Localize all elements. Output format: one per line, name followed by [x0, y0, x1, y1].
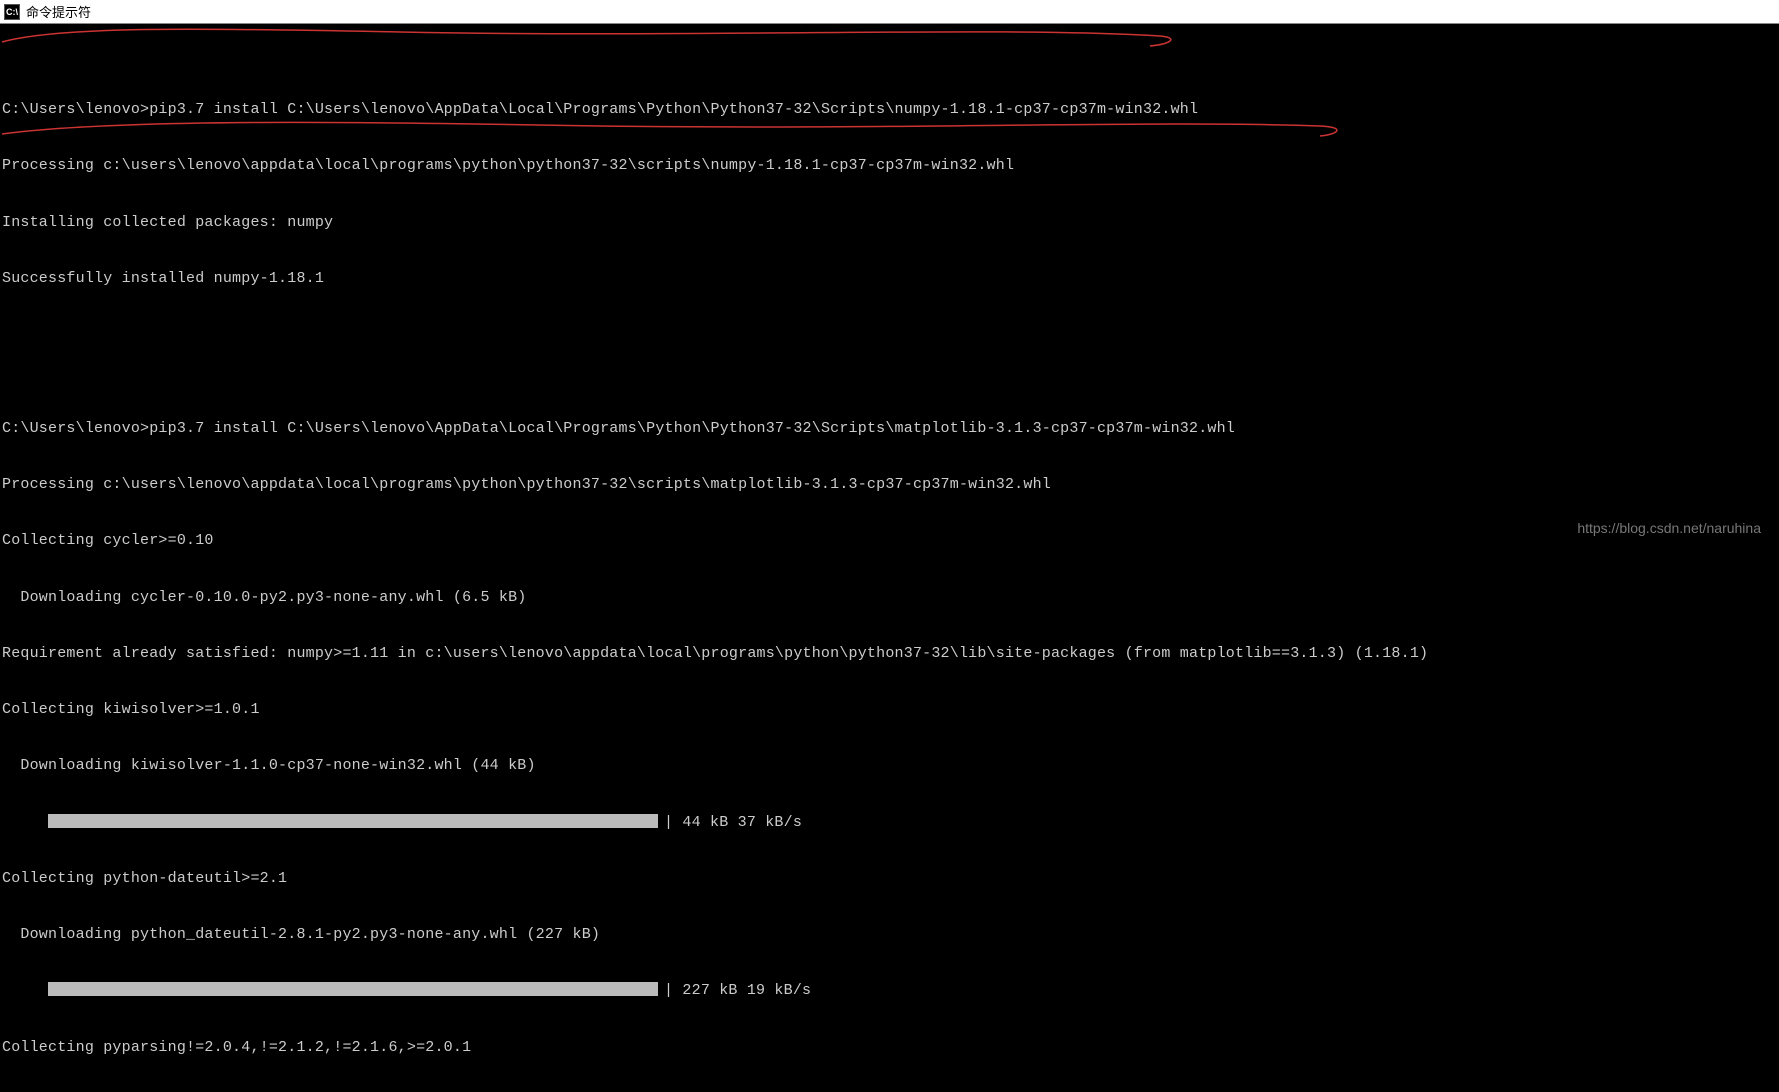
progress-bar	[48, 814, 658, 828]
output-line: Requirement already satisfied: numpy>=1.…	[2, 645, 1777, 664]
output-line: Downloading cycler-0.10.0-py2.py3-none-a…	[2, 589, 1777, 608]
command-1: pip3.7 install C:\Users\lenovo\AppData\L…	[149, 101, 1198, 118]
output-line: Collecting python-dateutil>=2.1	[2, 870, 1777, 889]
output-line: Collecting cycler>=0.10	[2, 532, 1777, 551]
annotation-line-2	[0, 116, 1400, 146]
progress-bar	[48, 982, 658, 996]
output-line: Installing collected packages: numpy	[2, 214, 1777, 233]
progress-line: | 227 kB 19 kB/s	[2, 982, 1777, 1001]
output-line: Downloading kiwisolver-1.1.0-cp37-none-w…	[2, 757, 1777, 776]
watermark: https://blog.csdn.net/naruhina	[1577, 520, 1761, 536]
prompt: C:\Users\lenovo>	[2, 101, 149, 118]
command-2: pip3.7 install C:\Users\lenovo\AppData\L…	[149, 420, 1235, 437]
output-line: Processing c:\users\lenovo\appdata\local…	[2, 476, 1777, 495]
output-line: Collecting kiwisolver>=1.0.1	[2, 701, 1777, 720]
output-line: Collecting pyparsing!=2.0.4,!=2.1.2,!=2.…	[2, 1039, 1777, 1058]
terminal-output[interactable]: C:\Users\lenovo>pip3.7 install C:\Users\…	[0, 24, 1779, 1092]
prompt: C:\Users\lenovo>	[2, 420, 149, 437]
output-line: Processing c:\users\lenovo\appdata\local…	[2, 157, 1777, 176]
output-line: Successfully installed numpy-1.18.1	[2, 270, 1777, 289]
blank-line	[2, 326, 1777, 345]
progress-stats: | 44 kB 37 kB/s	[664, 814, 802, 831]
progress-line: | 44 kB 37 kB/s	[2, 814, 1777, 833]
output-line: Downloading python_dateutil-2.8.1-py2.py…	[2, 926, 1777, 945]
progress-stats: | 227 kB 19 kB/s	[664, 982, 811, 999]
cmd-icon: C:\	[4, 4, 20, 20]
window-titlebar[interactable]: C:\ 命令提示符	[0, 0, 1779, 24]
annotation-line-1	[0, 24, 1400, 54]
window-title: 命令提示符	[26, 2, 91, 21]
